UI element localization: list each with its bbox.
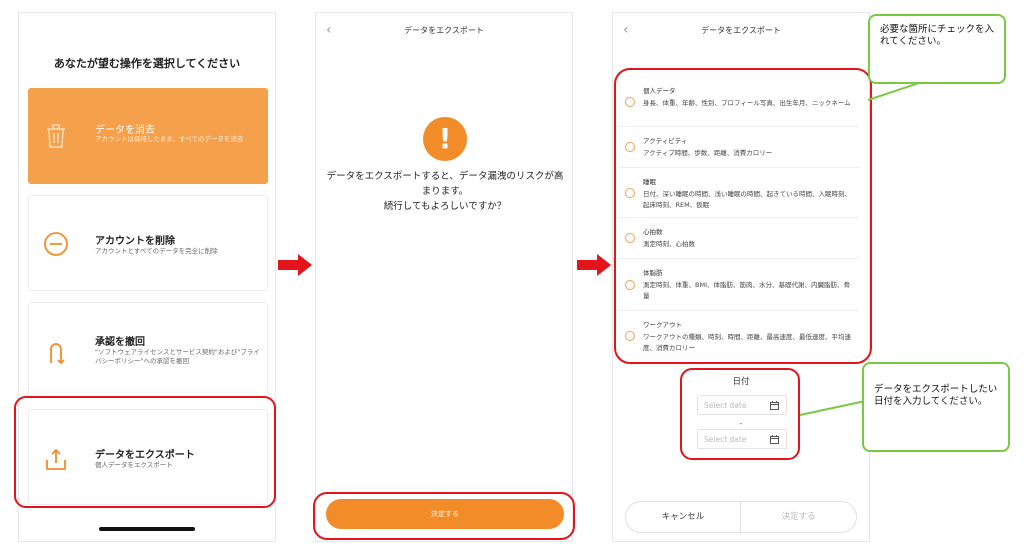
callout-pointers [799, 79, 929, 416]
callout-check-items: 必要な箇所にチェックを入れてください。 [868, 14, 1006, 84]
callout-enter-date: データをエクスポートしたい日付を入力してください。 [862, 362, 1010, 452]
